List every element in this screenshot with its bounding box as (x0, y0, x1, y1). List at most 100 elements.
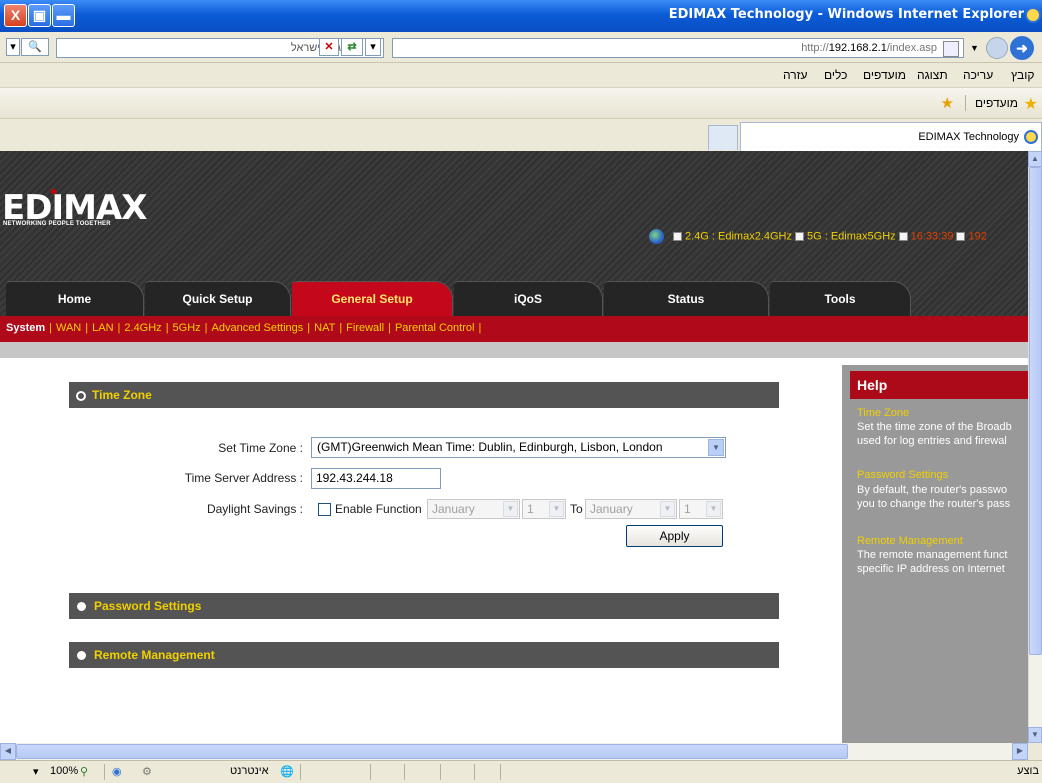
router-status-line: 2.4G : Edimax2.4GHz 5G : Edimax5GHz 16:33:… (649, 229, 1028, 249)
bullet-icon (898, 232, 908, 241)
menu-bar: קובץ עריכה תצוגה מועדפים כלים עזרה (0, 63, 1042, 88)
status-divider (440, 764, 441, 780)
new-tab-button[interactable] (708, 125, 738, 150)
search-button[interactable]: 🔍 (21, 38, 49, 56)
dst-start-month-value: January (432, 502, 475, 516)
forward-button[interactable]: ➜ (1010, 36, 1034, 60)
window-restore-button[interactable]: ▣ (28, 4, 51, 27)
zoom-level[interactable]: 100% (50, 765, 78, 777)
menu-help[interactable]: עזרה (783, 68, 808, 82)
section-remote-management[interactable]: Remote Management (69, 642, 779, 668)
help-password-title: Password Settings (857, 469, 949, 481)
ie-logo-icon (1024, 130, 1038, 144)
horizontal-scroll-thumb[interactable] (16, 744, 848, 759)
nav-tab-general-setup[interactable]: General Setup (292, 281, 453, 317)
to-label: To (570, 502, 583, 516)
chevron-up-icon: ▲ (1031, 154, 1039, 163)
chevron-left-icon: ◀ (4, 746, 12, 755)
history-dropdown[interactable]: ▼ (970, 43, 979, 53)
subnav-lan[interactable]: LAN (92, 322, 113, 334)
nav-tab-status[interactable]: Status (604, 281, 769, 317)
status-ip: 192 (968, 230, 987, 243)
enable-function-checkbox[interactable] (318, 503, 331, 516)
help-remote-line: The remote management funct (857, 549, 1008, 561)
window-titlebar: X ▣ ▬ EDIMAX Technology - Windows Intern… (0, 0, 1042, 32)
nav-tab-quick-setup[interactable]: Quick Setup (145, 281, 291, 317)
apply-button[interactable]: Apply (626, 525, 723, 547)
favorites-bar: ★ מועדפים ★ (0, 88, 1042, 119)
refresh-button[interactable]: ⇄ (341, 38, 363, 56)
zoom-dropdown[interactable]: ▾ (33, 765, 39, 778)
menu-tools[interactable]: כלים (824, 68, 847, 82)
time-server-input[interactable]: 192.43.244.18 (311, 468, 441, 489)
sub-navigation-links: System | WAN | LAN | 2.4GHz | 5GHz | Advanced Sett… (6, 322, 482, 334)
subnav-advanced-settings[interactable]: Advanced Settings (212, 322, 304, 334)
nav-tab-home[interactable]: Home (6, 281, 144, 317)
scroll-right-button[interactable]: ▶ (1012, 743, 1028, 760)
scroll-down-button[interactable]: ▼ (1028, 727, 1042, 743)
restore-icon: ▣ (32, 7, 47, 23)
help-remote-title: Remote Management (857, 535, 963, 547)
ie-logo-icon (1025, 7, 1041, 23)
subnav-firewall[interactable]: Firewall (346, 322, 384, 334)
window-minimize-button[interactable]: ▬ (52, 4, 75, 27)
dst-end-day-select[interactable]: 1 ▼ (679, 499, 723, 519)
scroll-left-button[interactable]: ◀ (0, 743, 16, 760)
chevron-down-icon: ▾ (10, 41, 16, 53)
daylight-savings-label: Daylight Savings : (206, 502, 303, 516)
section-password-settings[interactable]: Password Settings (69, 593, 779, 619)
dst-start-day-value: 1 (527, 502, 534, 516)
window-close-button[interactable]: X (4, 4, 27, 27)
subnav-parental-control[interactable]: Parental Control (395, 322, 475, 334)
subnav-nat[interactable]: NAT (314, 322, 335, 334)
menu-edit[interactable]: עריכה (963, 68, 993, 82)
section-time-zone[interactable]: Time Zone (69, 382, 779, 408)
chevron-down-icon: ▾ (370, 41, 376, 53)
security-icon[interactable]: ◉ (112, 765, 122, 778)
help-time-zone-line: Set the time zone of the Broadb (857, 421, 1012, 433)
menu-file[interactable]: קובץ (1011, 68, 1034, 82)
chevron-right-icon: ▶ (1016, 746, 1024, 755)
search-options-button[interactable]: ▾ (6, 38, 20, 56)
subnav-system[interactable]: System (6, 322, 45, 334)
popup-icon[interactable]: ⚙ (142, 765, 152, 778)
menu-favorites[interactable]: מועדפים (863, 68, 906, 82)
time-zone-select[interactable]: (GMT)Greenwich Mean Time: Dublin, Edinbu… (311, 437, 726, 458)
nav-tab-tools[interactable]: Tools (770, 281, 911, 317)
sub-navigation: System | WAN | LAN | 2.4GHz | 5GHz | Advanced Sett… (0, 316, 1028, 342)
search-icon: 🔍 (28, 41, 42, 53)
subnav-wan[interactable]: WAN (56, 322, 81, 334)
time-zone-value: (GMT)Greenwich Mean Time: Dublin, Edinbu… (317, 440, 663, 454)
address-toolbar: ▾ 🔍 גוגל ישראל ✕ ⇄ ▾ http://192.168.2.1/… (0, 32, 1042, 63)
menu-view[interactable]: תצוגה (917, 68, 948, 82)
subnav-5ghz[interactable]: 5GHz (173, 322, 201, 334)
favorites-button[interactable]: מועדפים (975, 96, 1018, 110)
status-ssid-24g: 2.4G : Edimax2.4GHz (685, 230, 792, 243)
stop-button[interactable]: ✕ (319, 38, 339, 56)
dst-start-month-select[interactable]: January ▼ (427, 499, 520, 519)
section-radio-icon (77, 651, 86, 661)
tab-edimax[interactable]: EDIMAX Technology (740, 122, 1042, 151)
time-zone-label: Set Time Zone : (218, 441, 303, 455)
add-favorite-icon[interactable]: ★ (941, 94, 954, 112)
minimize-icon: ▬ (56, 7, 71, 23)
chevron-down-icon: ▼ (970, 43, 979, 53)
zoom-icon[interactable]: ⚲ (80, 765, 88, 778)
nav-tab-iqos[interactable]: iQoS (454, 281, 603, 317)
star-icon[interactable]: ★ (1024, 94, 1038, 114)
vertical-scroll-thumb[interactable] (1029, 167, 1042, 655)
forward-arrow-icon: ➜ (1016, 40, 1028, 56)
dst-start-day-select[interactable]: 1 ▼ (522, 499, 566, 519)
back-button[interactable] (986, 37, 1008, 59)
subnav-24ghz[interactable]: 2.4GHz (124, 322, 161, 334)
scroll-up-button[interactable]: ▲ (1028, 151, 1042, 167)
status-divider (370, 764, 371, 780)
section-title: Password Settings (94, 599, 202, 613)
help-time-zone-title: Time Zone (857, 407, 910, 419)
address-dropdown-button[interactable]: ▾ (365, 38, 381, 56)
tab-title: EDIMAX Technology (918, 131, 1019, 143)
enable-function-label: Enable Function (335, 502, 422, 516)
status-divider (404, 764, 405, 780)
dst-end-month-select[interactable]: January ▼ (585, 499, 677, 519)
address-input[interactable]: http://192.168.2.1/index.asp (392, 38, 964, 58)
